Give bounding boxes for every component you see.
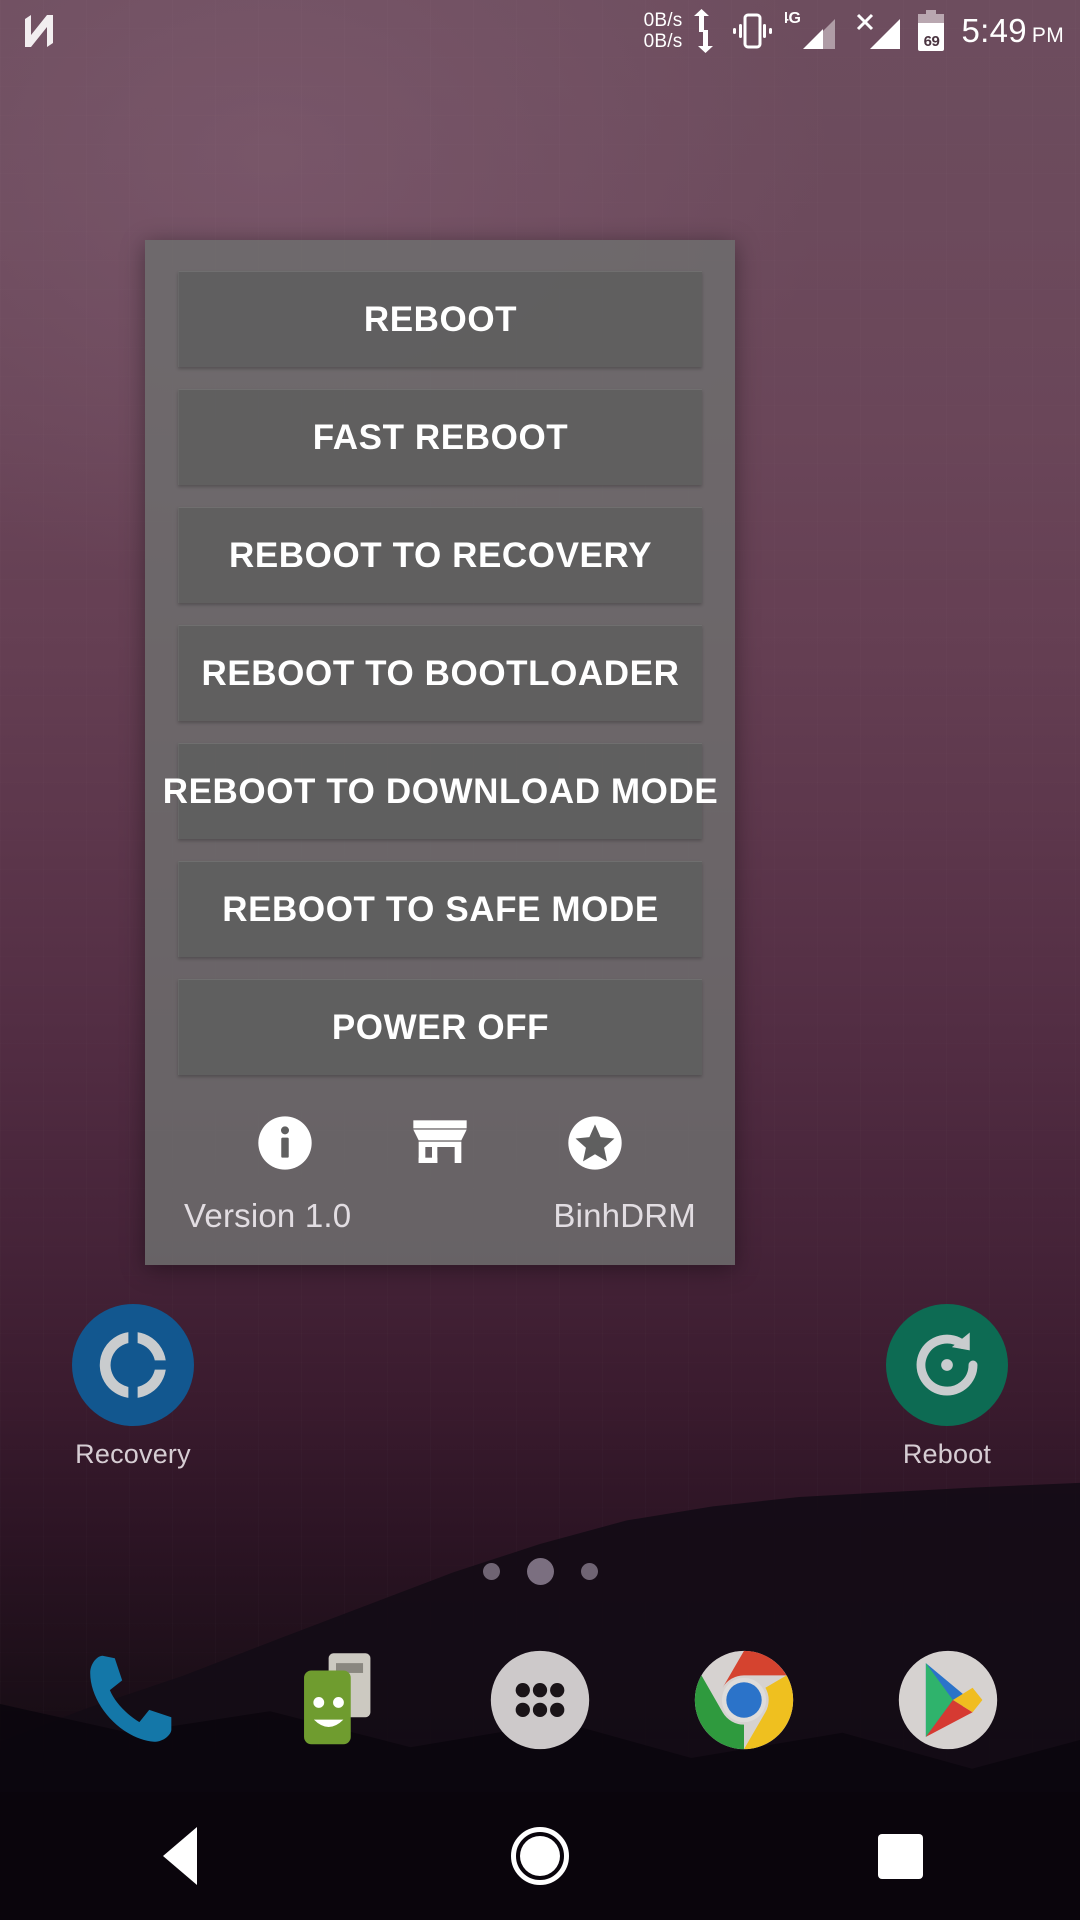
status-bar: 0B/s 0B/s G 69 5:49 PM: [0, 0, 1080, 62]
page-dot-3[interactable]: [580, 1563, 598, 1580]
phone-screen: Recovery Reboot 0B/s 0B/s G 69 5:49 PM R…: [0, 0, 1080, 1920]
reboot-app-shortcut[interactable]: Reboot: [862, 1304, 1032, 1504]
more-apps-store-button[interactable]: [400, 1103, 480, 1183]
battery-level-text: 69: [923, 33, 940, 50]
svg-text:4G: 4G: [785, 10, 801, 27]
no-sim-signal-icon: [850, 9, 904, 53]
android-n-logo-icon: [22, 13, 56, 49]
network-speed-indicator: 0B/s 0B/s: [644, 10, 683, 52]
battery-icon: 69: [915, 9, 947, 53]
reboot-app-label: Reboot: [902, 1439, 992, 1469]
app-drawer-button[interactable]: [473, 1633, 608, 1768]
recents-icon: [877, 1833, 923, 1879]
dialog-footer-text: Version 1.0 BinhDRM: [178, 1197, 702, 1235]
play-store-app-icon[interactable]: [881, 1633, 1016, 1768]
nav-recents-button[interactable]: [820, 1792, 980, 1920]
rate-app-star-button[interactable]: [555, 1103, 635, 1183]
reboot-options-dialog: REBOOT FAST REBOOT REBOOT TO RECOVERY RE…: [145, 240, 735, 1265]
navigation-bar: [0, 1792, 1080, 1920]
recovery-app-label: Recovery: [75, 1439, 191, 1469]
clock-time: 5:49: [961, 12, 1027, 49]
page-dot-2-active[interactable]: [526, 1558, 554, 1585]
page-dot-1[interactable]: [482, 1563, 500, 1580]
vibrate-icon: [730, 12, 774, 50]
up-down-arrows-icon: [693, 7, 719, 55]
signal-bars-icon: 4G: [785, 9, 839, 53]
home-icon: [511, 1827, 569, 1885]
recovery-app-shortcut[interactable]: Recovery: [48, 1304, 218, 1504]
app-version-label: Version 1.0: [184, 1197, 352, 1234]
reboot-to-recovery-button[interactable]: REBOOT TO RECOVERY: [178, 507, 702, 603]
reboot-to-safe-mode-button[interactable]: REBOOT TO SAFE MODE: [178, 861, 702, 957]
nav-home-button[interactable]: [460, 1792, 620, 1920]
messaging-app-icon[interactable]: [269, 1633, 404, 1768]
nav-back-button[interactable]: [100, 1792, 260, 1920]
reboot-button[interactable]: REBOOT: [178, 271, 702, 367]
recovery-app-icon: [72, 1304, 194, 1426]
reboot-to-download-mode-button[interactable]: REBOOT TO DOWNLOAD MODE: [163, 743, 718, 839]
phone-app-icon[interactable]: [65, 1633, 200, 1768]
fast-reboot-button[interactable]: FAST REBOOT: [178, 389, 702, 485]
clock-ampm: PM: [1031, 24, 1064, 47]
status-bar-clock: 5:49 PM: [961, 12, 1064, 50]
home-screen-app-row: Recovery Reboot: [0, 1304, 1080, 1504]
net-speed-down: 0B/s: [643, 31, 683, 52]
about-info-button[interactable]: [245, 1103, 325, 1183]
back-icon: [163, 1827, 197, 1885]
reboot-to-bootloader-button[interactable]: REBOOT TO BOOTLOADER: [178, 625, 702, 721]
dialog-footer-icons: [178, 1103, 702, 1183]
net-speed-up: 0B/s: [643, 10, 683, 31]
home-page-indicator: [0, 1558, 1080, 1585]
app-developer-label: BinhDRM: [553, 1197, 696, 1234]
power-off-button[interactable]: POWER OFF: [178, 979, 702, 1075]
home-dock: [0, 1605, 1080, 1795]
reboot-app-icon: [886, 1304, 1008, 1426]
chrome-app-icon[interactable]: [677, 1633, 812, 1768]
